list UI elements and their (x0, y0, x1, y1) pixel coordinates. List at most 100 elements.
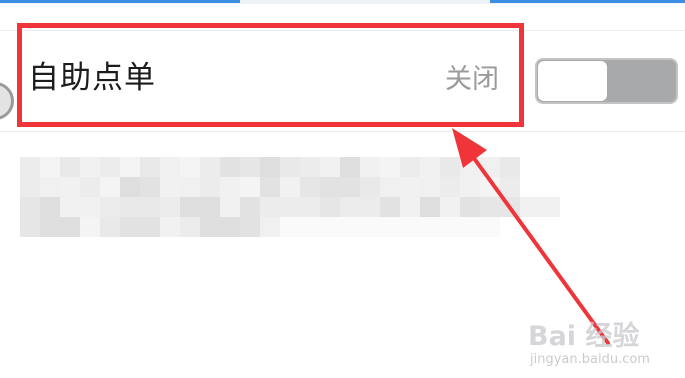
blur-pixel (60, 177, 80, 197)
blur-pixel (120, 217, 140, 237)
blur-pixel (80, 197, 100, 217)
blur-pixel (400, 177, 420, 197)
blur-pixel (80, 157, 100, 177)
blur-pixel (440, 197, 460, 217)
blur-pixel (40, 177, 60, 197)
blur-pixel (340, 157, 360, 177)
blur-pixel (180, 217, 200, 237)
blur-pixel (160, 197, 180, 217)
blur-pixel (260, 217, 280, 237)
blur-pixel (460, 197, 480, 217)
blur-pixel (220, 217, 240, 237)
blur-pixel (180, 197, 200, 217)
blur-pixel (200, 177, 220, 197)
blurred-description-text (20, 157, 560, 237)
blur-pixel (280, 177, 300, 197)
blur-pixel (20, 157, 40, 177)
blur-pixel (40, 197, 60, 217)
previous-row-edge (0, 0, 685, 4)
blur-pixel (340, 217, 360, 237)
blur-pixel (200, 197, 220, 217)
blur-pixel (500, 197, 520, 217)
blur-pixel (40, 157, 60, 177)
blur-pixel (320, 217, 340, 237)
blur-pixel (440, 217, 460, 237)
blur-pixel (340, 177, 360, 197)
blur-pixel (80, 217, 100, 237)
blur-pixel (320, 197, 340, 217)
blur-pixel (420, 157, 440, 177)
watermark-brand: Bai 经验 (528, 321, 640, 352)
blur-pixel (280, 157, 300, 177)
blur-pixel (260, 177, 280, 197)
blur-pixel (240, 157, 260, 177)
blur-pixel (100, 157, 120, 177)
top-accent-bar-right (490, 0, 685, 3)
blur-pixel (120, 157, 140, 177)
blur-pixel (480, 217, 500, 237)
blur-pixel (120, 197, 140, 217)
blur-pixel (260, 197, 280, 217)
blur-pixel (20, 197, 40, 217)
blur-pixel (240, 177, 260, 197)
blur-pixel (400, 217, 420, 237)
blur-pixel (320, 177, 340, 197)
blur-pixel (480, 157, 500, 177)
blur-pixel (380, 177, 400, 197)
blur-pixel (380, 217, 400, 237)
blur-pixel (360, 177, 380, 197)
blur-pixel (400, 157, 420, 177)
blur-pixel (440, 177, 460, 197)
blur-pixel (220, 197, 240, 217)
blur-pixel (300, 197, 320, 217)
blur-pixel (100, 217, 120, 237)
blur-pixel (200, 157, 220, 177)
blur-pixel (140, 157, 160, 177)
blur-pixel (280, 217, 300, 237)
blur-pixel (360, 217, 380, 237)
blur-pixel (380, 197, 400, 217)
baidu-jingyan-watermark: Bai 经验 jingyan.baidu.com (528, 312, 678, 374)
blur-pixel (160, 177, 180, 197)
blur-pixel (380, 157, 400, 177)
blur-pixel (300, 217, 320, 237)
blur-pixel (220, 177, 240, 197)
blur-pixel (520, 197, 540, 217)
blur-pixel (20, 217, 40, 237)
blur-pixel (160, 157, 180, 177)
blur-pixel (420, 217, 440, 237)
self-order-toggle[interactable] (535, 58, 678, 104)
highlight-box (17, 23, 524, 127)
blur-pixel (360, 157, 380, 177)
blur-pixel (540, 197, 560, 217)
blur-pixel (140, 197, 160, 217)
blur-pixel (400, 197, 420, 217)
blur-pixel (500, 177, 520, 197)
blur-pixel (280, 197, 300, 217)
blur-pixel (300, 157, 320, 177)
blur-pixel (340, 197, 360, 217)
watermark-url: jingyan.baidu.com (530, 352, 650, 367)
blur-pixel (160, 217, 180, 237)
blur-pixel (480, 177, 500, 197)
blur-pixel (60, 157, 80, 177)
blur-pixel (140, 177, 160, 197)
blur-pixel (40, 217, 60, 237)
blur-pixel (120, 177, 140, 197)
toggle-knob (538, 61, 607, 101)
blur-pixel (100, 177, 120, 197)
blur-pixel (480, 197, 500, 217)
blur-pixel (180, 177, 200, 197)
blur-pixel (360, 197, 380, 217)
blur-pixel (420, 177, 440, 197)
blur-pixel (420, 197, 440, 217)
blur-pixel (80, 177, 100, 197)
blur-pixel (200, 217, 220, 237)
blur-pixel (440, 157, 460, 177)
blur-pixel (240, 197, 260, 217)
blur-pixel (260, 157, 280, 177)
blur-pixel (460, 217, 480, 237)
row-divider-bottom (0, 131, 685, 132)
settings-screen: 自助点单 关闭 Bai 经验 jingyan.baidu.com (0, 0, 685, 378)
blur-pixel (500, 157, 520, 177)
